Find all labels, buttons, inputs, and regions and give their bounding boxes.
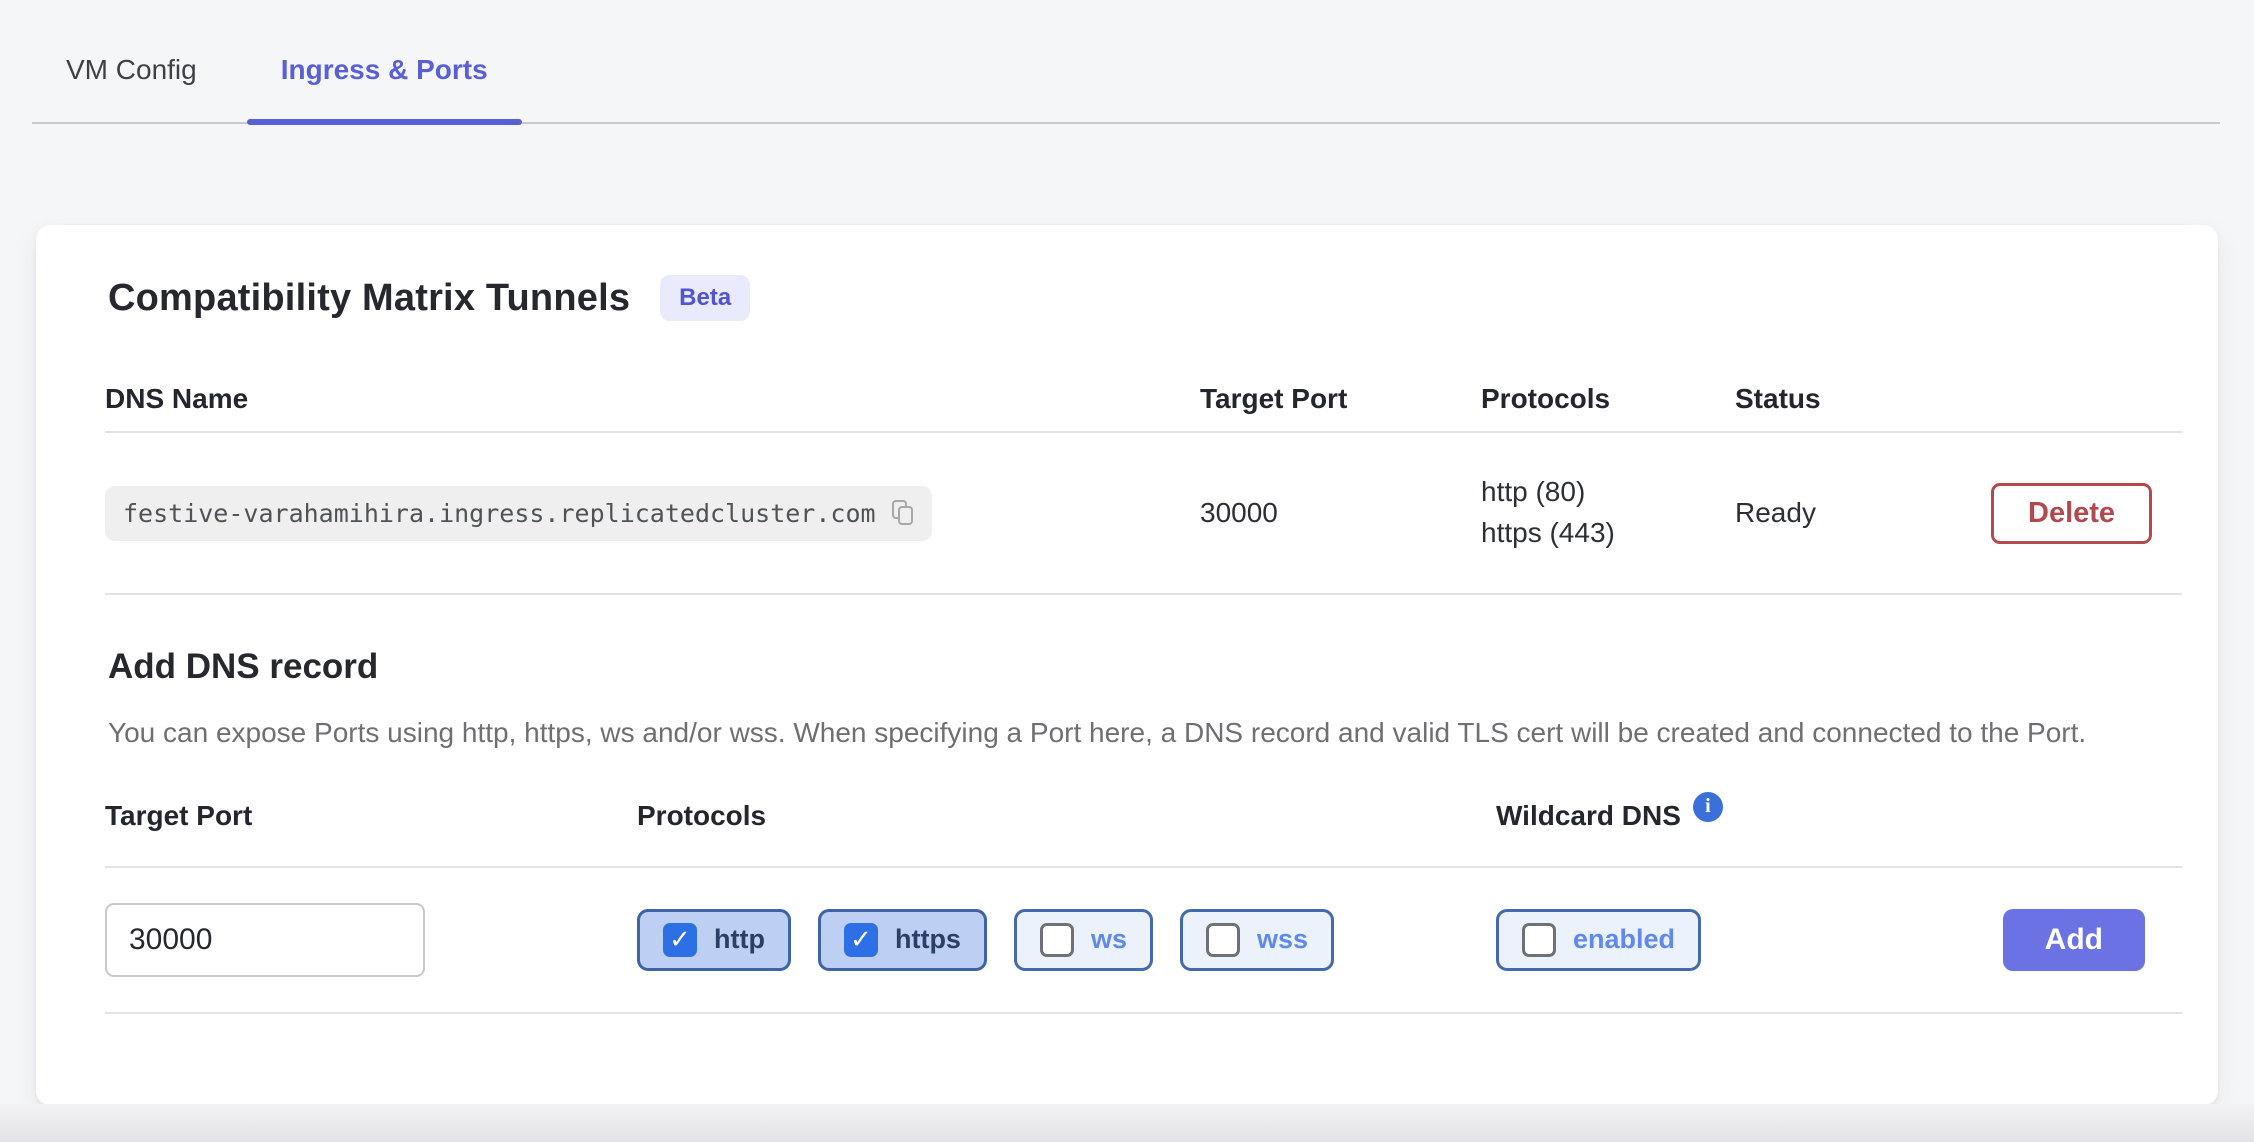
status-cell: Ready <box>1735 497 1991 529</box>
protocol-option-wss-label: wss <box>1257 924 1308 955</box>
info-icon[interactable]: i <box>1693 792 1723 822</box>
checkbox-wildcard-enabled[interactable] <box>1522 923 1556 957</box>
dns-name-value: festive-varahamihira.ingress.replicatedc… <box>123 499 876 528</box>
wildcard-enabled-option[interactable]: enabled <box>1496 909 1701 971</box>
protocol-http-value: http (80) <box>1481 472 1735 513</box>
active-tab-underline <box>247 119 522 125</box>
protocol-option-http-label: http <box>714 924 765 955</box>
protocol-option-ws-label: ws <box>1091 924 1127 955</box>
protocol-options-group: ✓ http ✓ https ws wss <box>637 909 1496 971</box>
checkbox-http[interactable]: ✓ <box>663 923 697 957</box>
add-dns-form-controls: ✓ http ✓ https ws wss enab <box>72 902 2182 978</box>
panel-heading-row: Compatibility Matrix Tunnels Beta <box>108 275 2182 321</box>
add-dns-title: Add DNS record <box>108 647 2182 687</box>
check-icon: ✓ <box>850 926 872 952</box>
protocol-option-https-label: https <box>895 924 961 955</box>
header-dns-name: DNS Name <box>105 383 1200 415</box>
checkbox-wss[interactable] <box>1206 923 1240 957</box>
dns-name-pill: festive-varahamihira.ingress.replicatedc… <box>105 486 932 541</box>
beta-badge: Beta <box>660 275 750 321</box>
table-row: festive-varahamihira.ingress.replicatedc… <box>72 433 2182 593</box>
tab-vm-config-label: VM Config <box>66 54 197 85</box>
table-divider <box>105 593 2182 595</box>
label-wildcard-dns: Wildcard DNS <box>1496 800 1681 832</box>
target-port-field-group <box>105 903 637 977</box>
protocol-option-https[interactable]: ✓ https <box>818 909 987 971</box>
row-actions-cell: Delete <box>1991 483 2152 544</box>
header-status: Status <box>1735 383 1991 415</box>
tab-vm-config[interactable]: VM Config <box>32 54 231 122</box>
tunnels-table-header: DNS Name Target Port Protocols Status <box>72 367 2182 431</box>
panel-title: Compatibility Matrix Tunnels <box>108 277 630 320</box>
dns-name-cell: festive-varahamihira.ingress.replicatedc… <box>105 486 1200 541</box>
protocols-cell: http (80) https (443) <box>1481 472 1735 553</box>
label-target-port: Target Port <box>105 800 637 832</box>
wildcard-enabled-label: enabled <box>1573 924 1675 955</box>
header-protocols: Protocols <box>1481 383 1735 415</box>
add-dns-section: Add DNS record You can expose Ports usin… <box>108 647 2182 754</box>
form-bottom-divider <box>105 1012 2182 1014</box>
copy-icon[interactable] <box>892 500 914 526</box>
add-dns-form-labels: Target Port Protocols Wildcard DNS i <box>72 800 2182 832</box>
protocol-option-http[interactable]: ✓ http <box>637 909 791 971</box>
label-protocols: Protocols <box>637 800 1496 832</box>
header-target-port: Target Port <box>1200 383 1481 415</box>
target-port-input[interactable] <box>105 903 425 977</box>
target-port-cell: 30000 <box>1200 497 1481 529</box>
add-dns-description: You can expose Ports using http, https, … <box>108 713 2128 754</box>
tab-ingress-ports[interactable]: Ingress & Ports <box>247 54 522 122</box>
checkbox-https[interactable]: ✓ <box>844 923 878 957</box>
check-icon: ✓ <box>669 926 691 952</box>
checkbox-ws[interactable] <box>1040 923 1074 957</box>
page-bottom-gradient <box>0 1104 2254 1142</box>
add-button[interactable]: Add <box>2003 909 2145 971</box>
delete-button[interactable]: Delete <box>1991 483 2152 544</box>
tab-bar: VM Config Ingress & Ports <box>32 0 2220 124</box>
protocol-option-wss[interactable]: wss <box>1180 909 1334 971</box>
wildcard-dns-group: enabled <box>1496 909 2003 971</box>
protocol-option-ws[interactable]: ws <box>1014 909 1153 971</box>
protocol-https-value: https (443) <box>1481 513 1735 554</box>
form-divider <box>105 866 2182 868</box>
tunnels-panel: Compatibility Matrix Tunnels Beta DNS Na… <box>36 225 2218 1105</box>
tab-ingress-ports-label: Ingress & Ports <box>281 54 488 85</box>
